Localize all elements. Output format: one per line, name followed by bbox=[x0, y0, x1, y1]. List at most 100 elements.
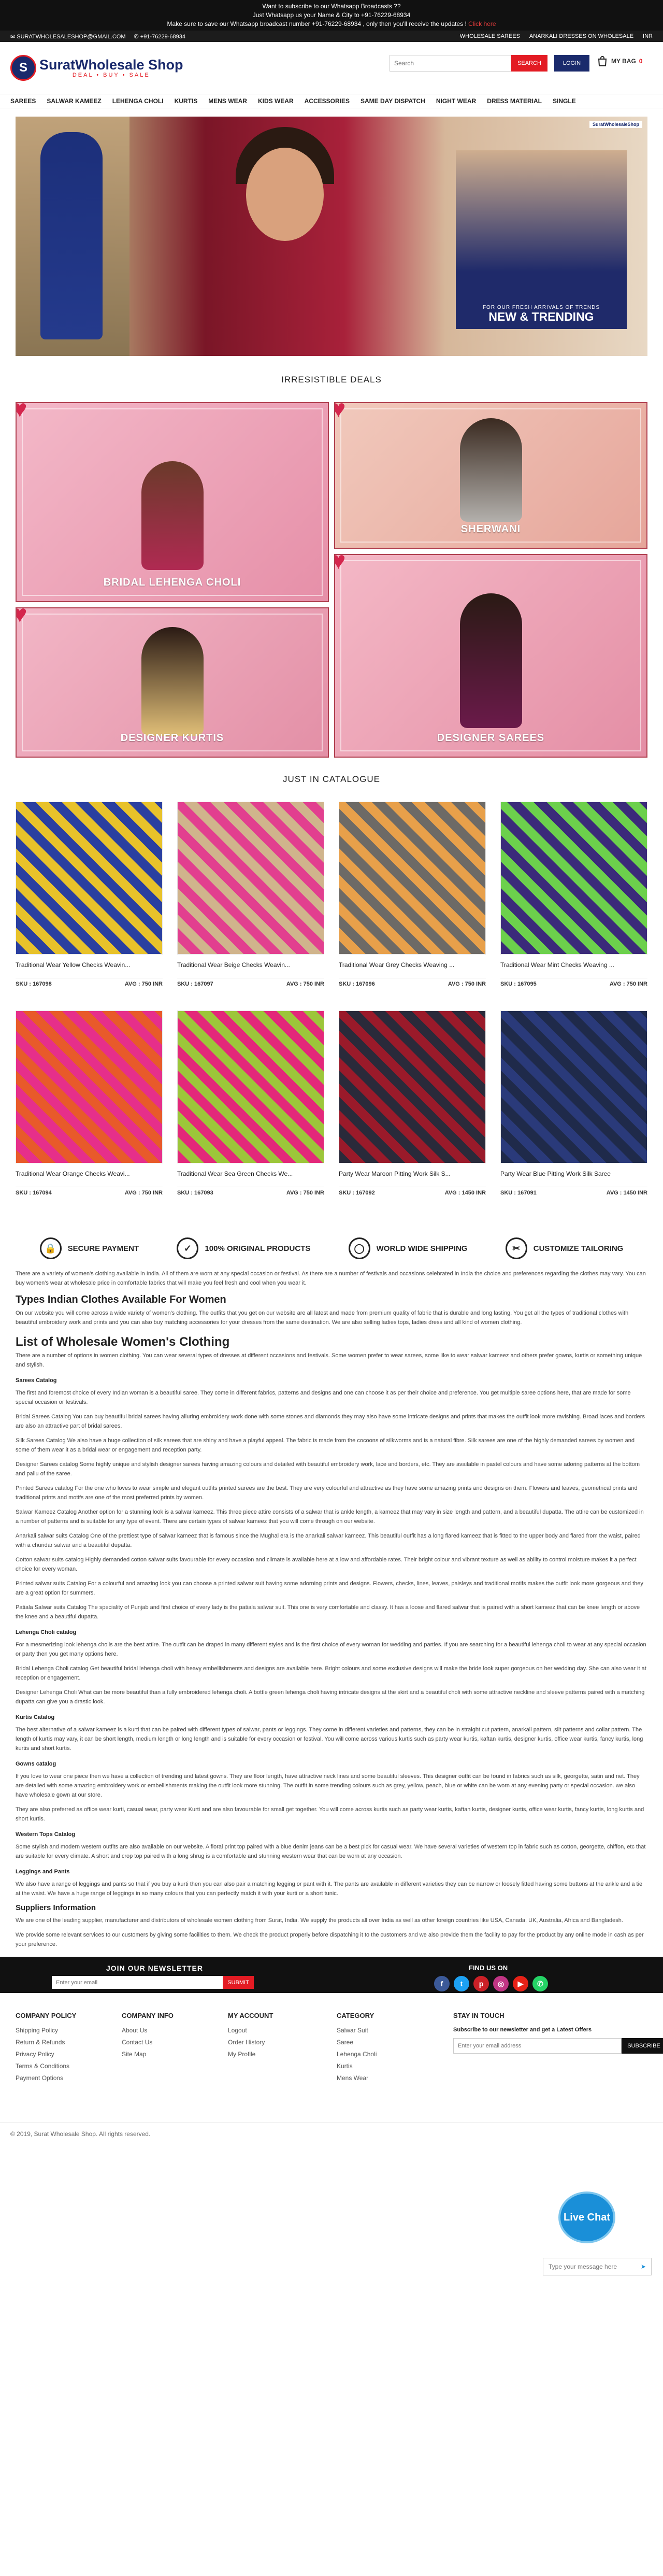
my-bag-button[interactable]: MY BAG 0 bbox=[597, 55, 642, 67]
footer-link[interactable]: Kurtis bbox=[337, 2062, 453, 2070]
footer-link[interactable]: Payment Options bbox=[16, 2074, 122, 2082]
nav-sarees[interactable]: SAREES bbox=[10, 97, 36, 105]
top-link-anarkali[interactable]: ANARKALI DRESSES ON WHOLESALE bbox=[529, 33, 633, 39]
footer-col-my-account: MY ACCOUNT Logout Order History My Profile bbox=[228, 2012, 337, 2123]
seo-content: There are a variety of women's clothing … bbox=[0, 1269, 663, 1949]
nav-single[interactable]: SINGLE bbox=[553, 97, 576, 105]
product-name[interactable]: Traditional Wear Mint Checks Weaving ... bbox=[500, 961, 647, 969]
chat-input[interactable]: Type your message here ➤ bbox=[543, 2258, 652, 2275]
phone-link[interactable]: ✆ +91-76229-68934 bbox=[134, 33, 185, 40]
seo-suppliers-text-1: We are one of the leading supplier, manu… bbox=[16, 1917, 623, 1924]
product-image[interactable] bbox=[500, 802, 647, 955]
product-card[interactable]: Traditional Wear Grey Checks Weaving ...… bbox=[339, 802, 486, 1011]
product-card[interactable]: Traditional Wear Yellow Checks Weavin...… bbox=[16, 802, 163, 1011]
bag-label: MY BAG bbox=[611, 58, 636, 65]
announce-line-2: Just Whatsapp us your Name & City to +91… bbox=[252, 11, 411, 19]
login-button[interactable]: LOGIN bbox=[554, 55, 589, 72]
product-image[interactable] bbox=[16, 1011, 163, 1163]
footer-link[interactable]: Shipping Policy bbox=[16, 2027, 122, 2034]
live-chat-button[interactable]: Live Chat bbox=[558, 2191, 615, 2243]
nav-night-wear[interactable]: NIGHT WEAR bbox=[436, 97, 476, 105]
nav-kids-wear[interactable]: KIDS WEAR bbox=[258, 97, 294, 105]
product-card[interactable]: Traditional Wear Sea Green Checks We... S… bbox=[177, 1011, 324, 1219]
product-name[interactable]: Party Wear Blue Pitting Work Silk Saree bbox=[500, 1170, 647, 1177]
product-avg-price: AVG : 750 INR bbox=[286, 1190, 324, 1196]
hero-banner[interactable]: SuratWholesaleShop FOR OUR FRESH ARRIVAL… bbox=[16, 117, 647, 356]
product-image[interactable] bbox=[16, 802, 163, 955]
product-avg-price: AVG : 750 INR bbox=[448, 981, 486, 987]
search-input[interactable] bbox=[390, 55, 511, 72]
site-logo[interactable]: S SuratWholesale Shop DEAL • BUY • SALE bbox=[10, 55, 183, 81]
footer-link[interactable]: Logout bbox=[228, 2027, 337, 2034]
product-image[interactable] bbox=[177, 802, 324, 955]
product-card[interactable]: Traditional Wear Beige Checks Weavin... S… bbox=[177, 802, 324, 1011]
nav-same-day-dispatch[interactable]: SAME DAY DISPATCH bbox=[361, 97, 425, 105]
seo-heading-types: Types Indian Clothes Available For Women bbox=[16, 1294, 226, 1305]
deal-designer-sarees[interactable]: ♥ DESIGNER SAREES bbox=[334, 554, 647, 758]
nav-kurtis[interactable]: KURTIS bbox=[175, 97, 198, 105]
footer-link[interactable]: Privacy Policy bbox=[16, 2051, 122, 2058]
youtube-icon[interactable]: ▶ bbox=[513, 1976, 528, 1991]
announcement-bar: Want to subscribe to our Whatsapp Broadc… bbox=[0, 0, 663, 31]
footer-link[interactable]: Order History bbox=[228, 2039, 337, 2046]
nav-lehenga-choli[interactable]: LEHENGA CHOLI bbox=[112, 97, 164, 105]
announce-link[interactable]: Click here bbox=[468, 20, 496, 27]
footer-link[interactable]: Salwar Suit bbox=[337, 2027, 453, 2034]
product-name[interactable]: Traditional Wear Yellow Checks Weavin... bbox=[16, 961, 163, 969]
footer-col-company-info: COMPANY INFO About Us Contact Us Site Map bbox=[122, 2012, 228, 2123]
footer-link[interactable]: Terms & Conditions bbox=[16, 2062, 122, 2070]
deal-bridal-lehenga[interactable]: ♥ BRIDAL LEHENGA CHOLI bbox=[16, 402, 329, 602]
product-name[interactable]: Traditional Wear Sea Green Checks We... bbox=[177, 1170, 324, 1177]
lock-icon: 🔒 bbox=[39, 1237, 62, 1259]
product-card[interactable]: Traditional Wear Mint Checks Weaving ...… bbox=[500, 802, 647, 1011]
newsletter-email-input[interactable] bbox=[52, 1976, 223, 1989]
footer-link[interactable]: Site Map bbox=[122, 2051, 228, 2058]
touch-email-input[interactable] bbox=[453, 2038, 622, 2054]
product-card[interactable]: Party Wear Maroon Pitting Work Silk S...… bbox=[339, 1011, 486, 1219]
footer-link[interactable]: Contact Us bbox=[122, 2039, 228, 2046]
whatsapp-icon[interactable]: ✆ bbox=[532, 1976, 548, 1991]
facebook-icon[interactable]: f bbox=[434, 1976, 450, 1991]
social-icons: f t p ◎ ▶ ✆ bbox=[434, 1976, 548, 1991]
product-image[interactable] bbox=[339, 802, 486, 955]
product-name[interactable]: Traditional Wear Orange Checks Weavi... bbox=[16, 1170, 163, 1177]
email-link[interactable]: ✉ SURATWHOLESALESHOP@GMAIL.COM bbox=[10, 33, 126, 40]
product-name[interactable]: Traditional Wear Beige Checks Weavin... bbox=[177, 961, 324, 969]
product-name[interactable]: Traditional Wear Grey Checks Weaving ... bbox=[339, 961, 486, 969]
currency-selector[interactable]: INR bbox=[643, 33, 653, 39]
product-image[interactable] bbox=[500, 1011, 647, 1163]
product-card[interactable]: Traditional Wear Orange Checks Weavi... S… bbox=[16, 1011, 163, 1219]
hero-brand-logo: SuratWholesaleShop bbox=[589, 121, 642, 128]
footer-link[interactable]: My Profile bbox=[228, 2051, 337, 2058]
product-image[interactable] bbox=[339, 1011, 486, 1163]
nav-mens-wear[interactable]: MENS WEAR bbox=[208, 97, 247, 105]
seo-heading-list: List of Wholesale Women's Clothing bbox=[16, 1335, 230, 1349]
footer-link[interactable]: Return & Refunds bbox=[16, 2039, 122, 2046]
newsletter-submit-button[interactable]: SUBMIT bbox=[223, 1976, 254, 1989]
deal-designer-kurtis[interactable]: ♥ DESIGNER KURTIS bbox=[16, 607, 329, 758]
newsletter-title: JOIN OUR NEWSLETTER bbox=[106, 1964, 204, 1972]
send-icon[interactable]: ➤ bbox=[641, 2263, 646, 2270]
product-name[interactable]: Party Wear Maroon Pitting Work Silk S... bbox=[339, 1170, 486, 1177]
instagram-icon[interactable]: ◎ bbox=[493, 1976, 509, 1991]
product-image[interactable] bbox=[177, 1011, 324, 1163]
bag-count: 0 bbox=[639, 58, 643, 65]
footer-link[interactable]: Lehenga Choli bbox=[337, 2051, 453, 2058]
nav-dress-material[interactable]: DRESS MATERIAL bbox=[487, 97, 542, 105]
twitter-icon[interactable]: t bbox=[454, 1976, 469, 1991]
nav-accessories[interactable]: ACCESSORIES bbox=[305, 97, 350, 105]
footer-link[interactable]: About Us bbox=[122, 2027, 228, 2034]
footer-link[interactable]: Saree bbox=[337, 2039, 453, 2046]
subscribe-button[interactable]: SUBSCRIBE bbox=[622, 2038, 663, 2054]
product-card[interactable]: Party Wear Blue Pitting Work Silk Saree S… bbox=[500, 1011, 647, 1219]
seo-paragraph: Printed Sarees catalog For the one who l… bbox=[16, 1485, 638, 1501]
footer-link[interactable]: Mens Wear bbox=[337, 2074, 453, 2082]
top-link-wholesale-sarees[interactable]: WHOLESALE SAREES bbox=[460, 33, 520, 39]
nav-salwar-kameez[interactable]: SALWAR KAMEEZ bbox=[47, 97, 101, 105]
deal-sherwani[interactable]: ♥ SHERWANI bbox=[334, 402, 647, 549]
pinterest-icon[interactable]: p bbox=[473, 1976, 489, 1991]
badge-icon: ✓ bbox=[177, 1237, 199, 1259]
bag-icon bbox=[598, 56, 607, 66]
seo-intro: There are a variety of women's clothing … bbox=[16, 1271, 646, 1286]
search-button[interactable]: SEARCH bbox=[511, 55, 547, 72]
